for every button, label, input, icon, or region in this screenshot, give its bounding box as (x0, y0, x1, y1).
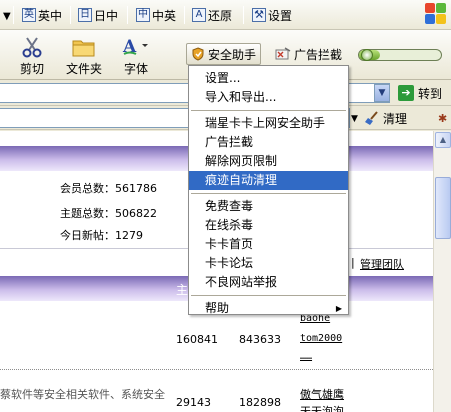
row2-user-1[interactable]: 傲气雄鹰 (300, 386, 344, 402)
topic-count: 主题总数：506822 (60, 207, 157, 220)
pipe-separator: | (351, 256, 355, 269)
row2-user-2[interactable]: 天天泡泡 (300, 403, 344, 412)
submenu-arrow-icon: ▶ (335, 304, 342, 313)
menu-item-auto-clean[interactable]: 痕迹自动清理 (189, 171, 348, 190)
menu-separator (191, 193, 346, 194)
menu-item-kaka-forum[interactable]: 卡卡论坛 (189, 254, 348, 273)
menu-separator (191, 295, 346, 296)
separator (70, 6, 71, 24)
go-arrow-icon: ➔ (398, 85, 414, 101)
scroll-up-arrow-icon[interactable]: ▲ (435, 132, 451, 148)
menu-item-kaka-assistant[interactable]: 瑞星卡卡上网安全助手 (189, 114, 348, 133)
restore-icon: A (192, 8, 206, 22)
scissors-icon (8, 36, 56, 58)
menu-separator (191, 110, 346, 111)
menu-item-unlock-page[interactable]: 解除网页限制 (189, 152, 348, 171)
slider-knob[interactable] (361, 49, 373, 61)
separator (184, 6, 185, 24)
dropdown-handle[interactable]: ▼ (3, 7, 11, 25)
address-dropdown-button[interactable]: ▼ (374, 84, 390, 102)
zh-en-icon: 中 (136, 8, 150, 22)
row-divider (0, 369, 433, 370)
menu-item-settings[interactable]: 设置... (189, 69, 348, 88)
adblock-icon (275, 47, 291, 60)
folder-icon (60, 36, 108, 58)
security-assistant-label: 安全助手 (208, 47, 257, 62)
folder-button[interactable]: 文件夹 (60, 36, 108, 77)
clean-button[interactable]: 清理 (364, 109, 407, 127)
adblock-label: 广告拦截 (294, 47, 343, 62)
go-button[interactable]: ➔ 转到 (398, 84, 442, 102)
restore-label: 还原 (208, 8, 233, 23)
row1-user-2[interactable]: tom2000 (300, 333, 342, 344)
ja-zh-icon: 日 (78, 8, 92, 22)
separator (243, 6, 244, 24)
chevron-down-icon[interactable]: ▼ (351, 114, 358, 124)
restore-button[interactable]: A 还原 (192, 6, 232, 24)
font-button[interactable]: A 字体 (112, 36, 160, 77)
cut-label: 剪切 (19, 62, 44, 76)
folder-label: 文件夹 (65, 62, 102, 76)
broom-icon (365, 111, 378, 125)
vertical-scrollbar[interactable]: ▲ (433, 131, 451, 412)
zh-en-button[interactable]: 中 中英 (136, 6, 176, 24)
menu-item-kaka-home[interactable]: 卡卡首页 (189, 235, 348, 254)
row2-description: 蔡软件等安全相关软件、系统安全 (0, 388, 165, 401)
security-assistant-button[interactable]: 安全助手 (186, 43, 262, 65)
scrollbar-thumb[interactable] (435, 177, 451, 239)
go-label: 转到 (418, 86, 443, 101)
extra-icon[interactable]: ✱ (438, 112, 450, 125)
en-zh-icon: 英 (22, 8, 36, 22)
zh-en-label: 中英 (152, 8, 177, 23)
menu-item-adblock[interactable]: 广告拦截 (189, 133, 348, 152)
row1-topics: 160841 (176, 333, 218, 346)
menu-item-free-scan[interactable]: 免费查毒 (189, 197, 348, 216)
today-posts: 今日新帖：1279 (60, 229, 143, 242)
ja-zh-button[interactable]: 日 日中 (78, 6, 118, 24)
cut-button[interactable]: 剪切 (8, 36, 56, 77)
translation-bar: ▼ 英 英中 日 日中 中 中英 A 还原 ⚒ 设置 (0, 0, 451, 30)
shield-icon (192, 47, 204, 61)
menu-item-online-antivirus[interactable]: 在线杀毒 (189, 216, 348, 235)
settings-label: 设置 (268, 8, 293, 23)
adblock-button[interactable]: 广告拦截 (270, 43, 347, 65)
windows-logo-icon (425, 3, 447, 25)
en-zh-button[interactable]: 英 英中 (22, 6, 62, 24)
ja-zh-label: 日中 (94, 8, 119, 23)
separator (127, 6, 128, 24)
menu-item-help[interactable]: 帮助 ▶ (189, 299, 348, 318)
section-title: 主 (176, 283, 189, 297)
team-link[interactable]: 管理团队 (360, 256, 404, 272)
clean-label: 清理 (383, 111, 408, 126)
font-icon: A (112, 36, 160, 58)
tools-icon: ⚒ (252, 8, 266, 22)
security-level-slider[interactable] (358, 49, 442, 61)
settings-button[interactable]: ⚒ 设置 (252, 6, 292, 24)
en-zh-label: 英中 (38, 8, 63, 23)
row2-topics: 29143 (176, 396, 211, 409)
security-assistant-menu: 设置... 导入和导出... 瑞星卡卡上网安全助手 广告拦截 解除网页限制 痕迹… (188, 65, 349, 315)
font-label: 字体 (123, 62, 148, 76)
row1-user-3[interactable]: …… (300, 351, 312, 362)
row1-posts: 843633 (239, 333, 281, 346)
member-count: 会员总数：561786 (60, 182, 157, 195)
menu-item-import-export[interactable]: 导入和导出... (189, 88, 348, 107)
separator (13, 6, 14, 24)
help-label: 帮助 (205, 301, 230, 315)
menu-item-report-site[interactable]: 不良网站举报 (189, 273, 348, 292)
row2-posts: 182898 (239, 396, 281, 409)
